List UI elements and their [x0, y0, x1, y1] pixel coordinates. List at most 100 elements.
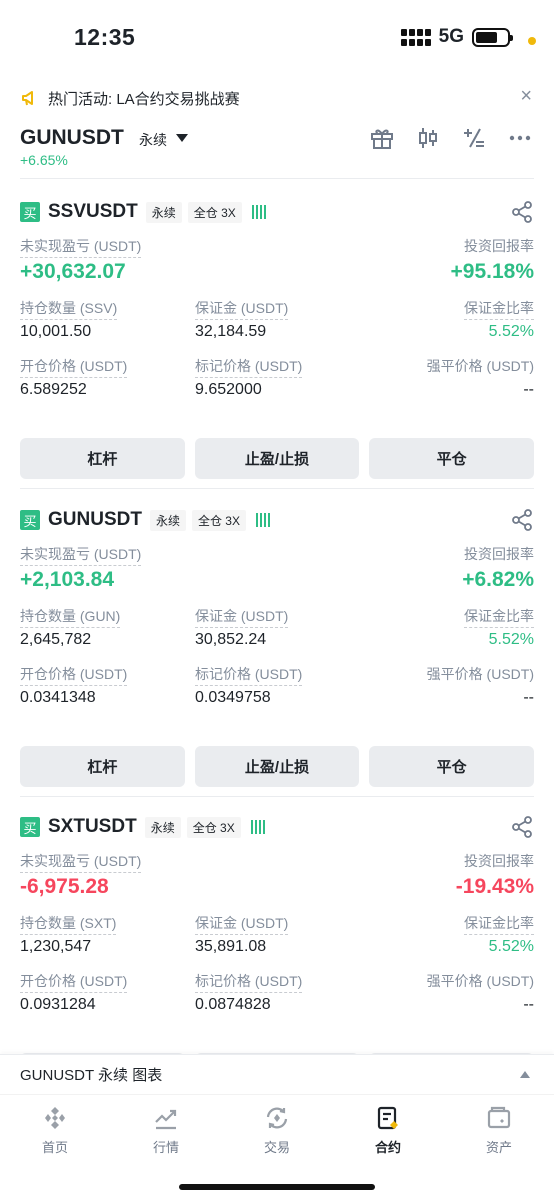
- tab-markets[interactable]: 行情: [126, 1105, 206, 1157]
- close-icon[interactable]: ×: [520, 86, 532, 106]
- network-label: 5G: [438, 26, 464, 47]
- position-symbol[interactable]: GUNUSDT: [48, 509, 142, 531]
- announcement-text: 热门活动: LA合约交易挑战赛: [48, 90, 240, 108]
- pnl-row: 未实现盈亏 (USDT) 投资回报率 +30,632.07 +95.18%: [20, 236, 534, 294]
- calculator-icon[interactable]: [460, 124, 488, 152]
- tp-sl-button[interactable]: 止盈/止损: [194, 746, 360, 787]
- mark-price-label[interactable]: 标记价格 (USDT): [195, 356, 303, 378]
- leverage-button[interactable]: 杠杆: [20, 438, 185, 479]
- margin-ratio-label[interactable]: 保证金比率: [464, 913, 534, 935]
- roe-label: 投资回报率: [464, 546, 534, 562]
- margin-ratio-value: 5.52%: [488, 631, 534, 648]
- position-header: 买 SXTUSDT 永续 全仓 3X: [20, 811, 534, 843]
- share-icon[interactable]: [510, 815, 534, 839]
- price-row: 开仓价格 (USDT) 标记价格 (USDT) 强平价格 (USDT) 6.58…: [20, 356, 534, 412]
- position-header: 买 SSVUSDT 永续 全仓 3X: [20, 196, 534, 228]
- mark-price-label[interactable]: 标记价格 (USDT): [195, 664, 303, 686]
- announcement-banner[interactable]: 热门活动: LA合约交易挑战赛 ×: [20, 84, 534, 112]
- margin-label[interactable]: 保证金 (USDT): [195, 913, 289, 935]
- tab-home[interactable]: 首页: [15, 1105, 95, 1157]
- tab-futures[interactable]: 合约: [348, 1105, 428, 1157]
- megaphone-icon: [22, 91, 33, 106]
- pnl-label[interactable]: 未实现盈亏 (USDT): [20, 236, 142, 258]
- position-symbol[interactable]: SSVUSDT: [48, 201, 138, 223]
- mark-price-label[interactable]: 标记价格 (USDT): [195, 971, 303, 993]
- size-label[interactable]: 持仓数量 (GUN): [20, 606, 121, 628]
- leverage-button[interactable]: 杠杆: [20, 746, 185, 787]
- liq-price-value: --: [523, 996, 534, 1013]
- price-row: 开仓价格 (USDT) 标记价格 (USDT) 强平价格 (USDT) 0.03…: [20, 664, 534, 720]
- size-label[interactable]: 持仓数量 (SXT): [20, 913, 117, 935]
- mark-price-value: 0.0874828: [195, 996, 271, 1013]
- size-value: 2,645,782: [20, 631, 92, 648]
- entry-price-label[interactable]: 开仓价格 (USDT): [20, 356, 128, 378]
- entry-price-label[interactable]: 开仓价格 (USDT): [20, 971, 128, 993]
- pnl-row: 未实现盈亏 (USDT) 投资回报率 +2,103.84 +6.82%: [20, 544, 534, 602]
- position-card: 买 SSVUSDT 永续 全仓 3X 未实现盈亏 (USDT) 投资回报率 +3…: [20, 196, 535, 486]
- pnl-label[interactable]: 未实现盈亏 (USDT): [20, 851, 142, 873]
- card-divider: [20, 796, 534, 797]
- position-actions: 杠杆 止盈/止损 平仓: [20, 438, 535, 479]
- margin-value: 32,184.59: [195, 323, 267, 340]
- chevron-up-icon[interactable]: [520, 1071, 530, 1078]
- liq-price-value: --: [523, 381, 534, 398]
- entry-price-value: 0.0341348: [20, 689, 96, 706]
- chart-toggle-bar[interactable]: GUNUSDT 永续 图表: [0, 1054, 554, 1094]
- margin-ratio-label[interactable]: 保证金比率: [464, 606, 534, 628]
- entry-price-value: 0.0931284: [20, 996, 96, 1013]
- liq-price-label: 强平价格 (USDT): [426, 666, 534, 682]
- price-row: 开仓价格 (USDT) 标记价格 (USDT) 强平价格 (USDT) 0.09…: [20, 971, 534, 1027]
- tab-trade[interactable]: 交易: [237, 1105, 317, 1157]
- size-label[interactable]: 持仓数量 (SSV): [20, 298, 118, 320]
- margin-value: 35,891.08: [195, 938, 267, 955]
- pnl-row: 未实现盈亏 (USDT) 投资回报率 -6,975.28 -19.43%: [20, 851, 534, 909]
- margin-ratio-label[interactable]: 保证金比率: [464, 298, 534, 320]
- notification-dot: [528, 37, 536, 45]
- more-icon[interactable]: [506, 124, 534, 152]
- trade-icon: [266, 1107, 288, 1129]
- position-header: 买 GUNUSDT 永续 全仓 3X: [20, 504, 534, 536]
- size-value: 10,001.50: [20, 323, 92, 340]
- position-actions: 杠杆 止盈/止损 平仓: [20, 746, 535, 787]
- contract-type-chip: 永续: [145, 201, 182, 223]
- chevron-down-icon[interactable]: [176, 134, 188, 142]
- margin-ratio-value: 5.52%: [488, 323, 534, 340]
- entry-price-label[interactable]: 开仓价格 (USDT): [20, 664, 128, 686]
- adl-indicator-icon: [250, 820, 265, 834]
- margin-mode-chip[interactable]: 全仓 3X: [186, 816, 241, 838]
- tab-markets-label: 行情: [152, 1140, 179, 1155]
- status-time: 12:35: [74, 24, 136, 50]
- pnl-label[interactable]: 未实现盈亏 (USDT): [20, 544, 142, 566]
- roe-label: 投资回报率: [464, 238, 534, 254]
- side-badge: 买: [20, 817, 40, 837]
- size-row: 持仓数量 (SXT) 保证金 (USDT) 保证金比率 1,230,547 35…: [20, 913, 534, 969]
- pnl-value: -6,975.28: [20, 875, 109, 898]
- side-badge: 买: [20, 510, 40, 530]
- margin-mode-chip[interactable]: 全仓 3X: [191, 509, 246, 531]
- tp-sl-button[interactable]: 止盈/止损: [194, 438, 360, 479]
- share-icon[interactable]: [510, 508, 534, 532]
- close-position-button[interactable]: 平仓: [369, 438, 535, 479]
- gift-icon[interactable]: [368, 124, 396, 152]
- pnl-value: +2,103.84: [20, 568, 115, 591]
- signal-icon: [400, 28, 431, 46]
- position-symbol[interactable]: SXTUSDT: [48, 816, 137, 838]
- margin-label[interactable]: 保证金 (USDT): [195, 298, 289, 320]
- header-tools: [368, 124, 534, 152]
- margin-mode-chip[interactable]: 全仓 3X: [187, 201, 242, 223]
- contract-type[interactable]: 永续: [139, 130, 167, 150]
- position-card: 买 GUNUSDT 永续 全仓 3X 未实现盈亏 (USDT) 投资回报率 +2…: [20, 504, 535, 794]
- margin-label[interactable]: 保证金 (USDT): [195, 606, 289, 628]
- tab-assets[interactable]: 资产: [459, 1105, 539, 1157]
- size-row: 持仓数量 (GUN) 保证金 (USDT) 保证金比率 2,645,782 30…: [20, 606, 534, 662]
- close-position-button[interactable]: 平仓: [369, 746, 535, 787]
- contract-type-chip: 永续: [144, 816, 181, 838]
- size-value: 1,230,547: [20, 938, 92, 955]
- share-icon[interactable]: [510, 200, 534, 224]
- symbol-name[interactable]: GUNUSDT: [20, 126, 124, 150]
- roe-value: +6.82%: [462, 568, 534, 591]
- roe-value: +95.18%: [450, 260, 535, 283]
- tab-home-label: 首页: [41, 1140, 68, 1155]
- wallet-icon: [487, 1106, 511, 1129]
- candlestick-icon[interactable]: [414, 124, 442, 152]
